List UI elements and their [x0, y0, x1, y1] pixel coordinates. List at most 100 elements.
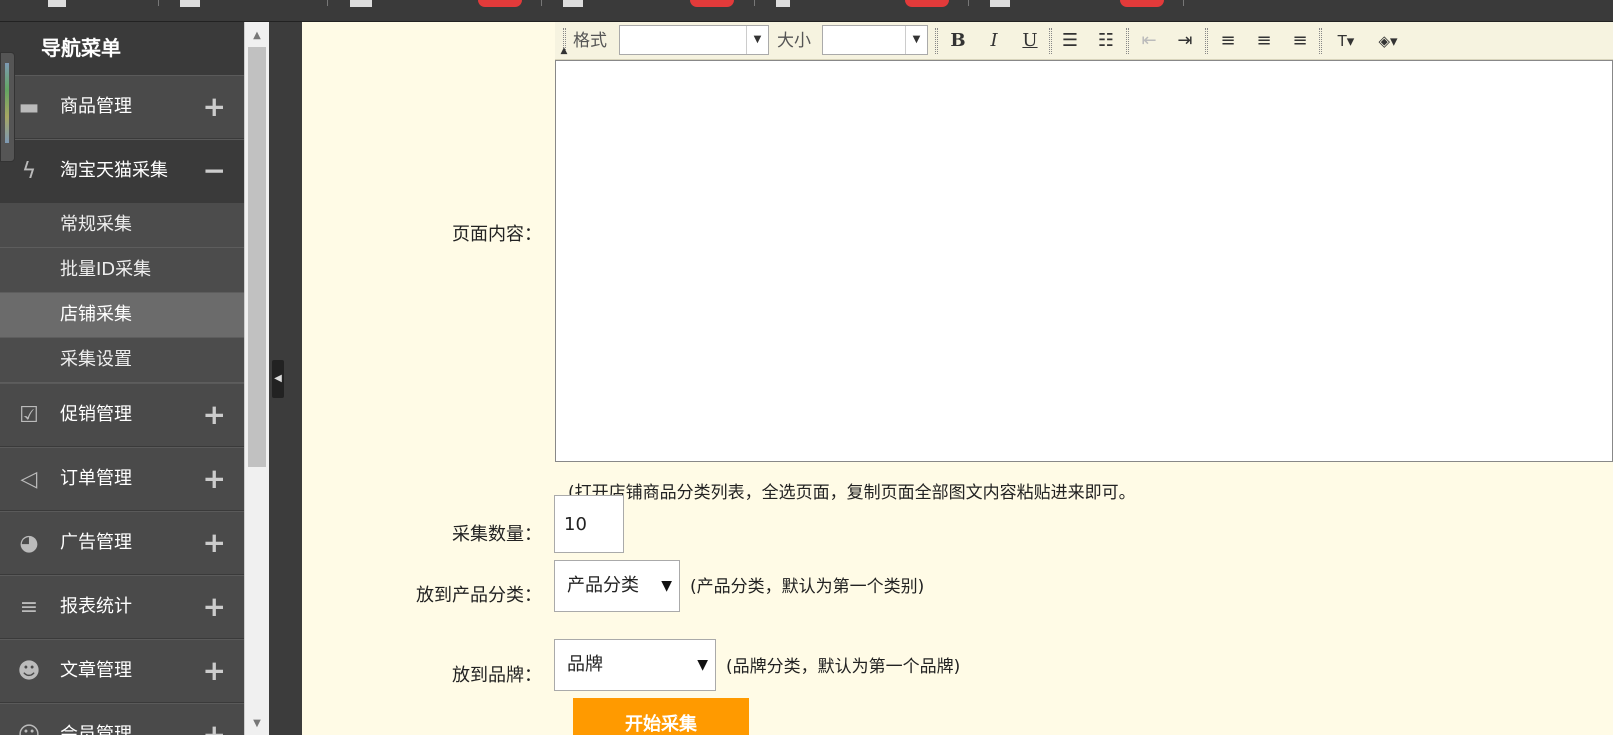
chevron-down-icon: ▼: [905, 26, 927, 54]
product-category-value: 产品分类: [567, 575, 639, 596]
sidebar-item-order-management[interactable]: ◁ 订单管理 +: [0, 447, 244, 511]
brand-select[interactable]: 品牌 ▼: [554, 639, 716, 691]
align-right-icon[interactable]: ≡: [1286, 27, 1314, 55]
text-color-icon[interactable]: T▾: [1328, 27, 1364, 55]
start-collect-button[interactable]: 开始采集: [573, 698, 749, 735]
outdent-icon[interactable]: ⇤: [1135, 27, 1163, 55]
indent-icon[interactable]: ⇥: [1171, 27, 1199, 55]
sidebar-item-taobao-collect[interactable]: ϟ 淘宝天猫采集 −: [0, 139, 244, 203]
expand-icon[interactable]: +: [203, 76, 226, 138]
toolbar-grip: [935, 28, 938, 54]
toolbar-grip: [1319, 28, 1322, 54]
toolbar-grip: [1126, 28, 1129, 54]
collect-count-label: 采集数量：: [452, 524, 542, 545]
user-icon: ☺: [16, 724, 42, 735]
sidebar-item-product-management[interactable]: ▬ 商品管理 +: [0, 75, 244, 139]
italic-icon[interactable]: I: [980, 27, 1008, 55]
rich-text-editor: 格式 ▼ 大小 ▼ B I U ☰ ☷ ⇤ ⇥ ≡ ≡ ≡ T▾ ◈▾ ▲: [555, 22, 1613, 462]
background-color-icon[interactable]: ◈▾: [1370, 27, 1406, 55]
editor-resize-icon[interactable]: ▲: [555, 42, 573, 60]
submenu-item-batch-id-collect[interactable]: 批量ID采集: [0, 248, 244, 293]
align-center-icon[interactable]: ≡: [1250, 27, 1278, 55]
page-content-label: 页面内容：: [452, 224, 542, 245]
settings-icon[interactable]: [180, 0, 200, 7]
main-content: 页面内容： 格式 ▼ 大小 ▼ B I U ☰ ☷ ⇤ ⇥ ≡ ≡ ≡ T▾ ◈…: [302, 22, 1613, 735]
notification-badge[interactable]: [905, 0, 949, 7]
bars-icon: ≡: [19, 595, 39, 620]
expand-icon[interactable]: +: [203, 640, 226, 702]
sidebar-item-label: 会员管理: [60, 724, 132, 735]
notification-badge[interactable]: [478, 0, 522, 7]
clipboard-check-icon: ☑: [19, 403, 39, 428]
chevron-down-icon: ▼: [746, 26, 768, 54]
sidebar-grip-handle[interactable]: [0, 52, 15, 162]
submenu-item-collect-settings[interactable]: 采集设置: [0, 338, 244, 383]
format-select[interactable]: ▼: [619, 25, 769, 55]
edit-icon[interactable]: [990, 0, 1010, 7]
sidebar-item-label: 报表统计: [60, 596, 132, 617]
pie-chart-icon: ◕: [19, 531, 39, 556]
home-icon[interactable]: [48, 0, 66, 7]
sidebar-item-ad-management[interactable]: ◕ 广告管理 +: [0, 511, 244, 575]
underline-icon[interactable]: U: [1016, 27, 1044, 55]
sidebar-item-label: 文章管理: [60, 660, 132, 681]
brand-label: 放到品牌：: [452, 665, 542, 686]
collect-count-input[interactable]: [554, 495, 624, 553]
expand-icon[interactable]: +: [203, 448, 226, 510]
size-select[interactable]: ▼: [822, 25, 928, 55]
ordered-list-icon[interactable]: ☰: [1056, 27, 1084, 55]
toolbar-divider: [541, 0, 542, 6]
lightning-icon: ϟ: [21, 159, 37, 184]
toolbar-divider: [754, 0, 755, 6]
sidebar-item-label: 广告管理: [60, 532, 132, 553]
brand-hint: (品牌分类，默认为第一个品牌): [726, 657, 961, 677]
submenu-item-store-collect[interactable]: 店铺采集: [0, 293, 244, 338]
collapse-sidebar-icon[interactable]: ◀: [272, 360, 284, 398]
sidebar-item-promotion-management[interactable]: ☑ 促销管理 +: [0, 383, 244, 447]
expand-icon[interactable]: +: [203, 704, 226, 735]
unordered-list-icon[interactable]: ☷: [1092, 27, 1120, 55]
expand-icon[interactable]: +: [203, 384, 226, 446]
align-left-icon[interactable]: ≡: [1214, 27, 1242, 55]
submenu-taobao-collect: 常规采集 批量ID采集 店铺采集 采集设置: [0, 203, 244, 383]
megaphone-icon[interactable]: [776, 0, 790, 7]
clipboard-icon[interactable]: [563, 0, 583, 7]
page-content-hint: (打开店铺商品分类列表，全选页面，复制页面全部图文内容粘贴进来即可。: [568, 483, 1136, 503]
sidebar-item-label: 促销管理: [60, 404, 132, 425]
toolbar-divider: [158, 0, 159, 6]
document-icon[interactable]: [350, 0, 372, 7]
toolbar-divider: [1183, 0, 1184, 6]
product-category-select[interactable]: 产品分类 ▼: [554, 560, 680, 612]
page-content-editor-area[interactable]: [555, 60, 1613, 462]
notification-badge[interactable]: [1120, 0, 1164, 7]
toolbar-grip: [1205, 28, 1208, 54]
toolbar-divider: [968, 0, 969, 6]
folder-icon: ▬: [18, 95, 40, 120]
sidebar-item-member-management[interactable]: ☺ 会员管理 +: [0, 703, 244, 735]
bold-icon[interactable]: B: [944, 27, 972, 55]
scrollbar-thumb[interactable]: [248, 47, 266, 467]
collapse-icon[interactable]: −: [203, 140, 226, 202]
expand-icon[interactable]: +: [203, 512, 226, 574]
size-label: 大小: [777, 31, 811, 51]
submenu-item-regular-collect[interactable]: 常规采集: [0, 203, 244, 248]
scroll-down-icon[interactable]: ▼: [245, 714, 269, 734]
product-category-hint: (产品分类，默认为第一个类别): [690, 577, 925, 597]
sidebar-item-article-management[interactable]: ☻ 文章管理 +: [0, 639, 244, 703]
sidebar-scrollbar[interactable]: ▲ ▼: [244, 22, 269, 735]
users-icon: ☻: [17, 659, 41, 684]
sidebar-item-label: 淘宝天猫采集: [60, 160, 168, 181]
chevron-down-icon: ▼: [697, 657, 708, 673]
chevron-down-icon: ▼: [661, 578, 672, 594]
top-toolbar: [0, 0, 1613, 22]
scroll-up-icon[interactable]: ▲: [245, 26, 269, 46]
notification-badge[interactable]: [690, 0, 734, 7]
editor-toolbar: 格式 ▼ 大小 ▼ B I U ☰ ☷ ⇤ ⇥ ≡ ≡ ≡ T▾ ◈▾: [555, 22, 1613, 60]
sidebar-title: 导航菜单: [0, 22, 244, 75]
megaphone-icon: ◁: [20, 467, 38, 492]
toolbar-grip: [1049, 28, 1052, 54]
expand-icon[interactable]: +: [203, 576, 226, 638]
sidebar: 导航菜单 ▬ 商品管理 + ϟ 淘宝天猫采集 − 常规采集 批量ID采集 店铺采…: [0, 22, 244, 735]
sidebar-item-label: 商品管理: [60, 96, 132, 117]
sidebar-item-report-stats[interactable]: ≡ 报表统计 +: [0, 575, 244, 639]
